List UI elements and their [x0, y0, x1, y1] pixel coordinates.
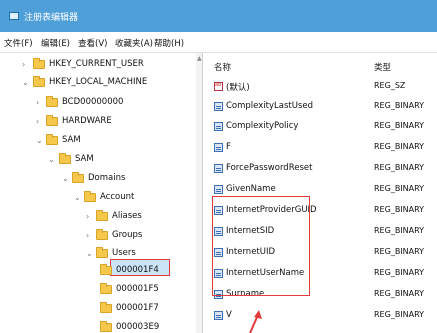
tree-node-label: 000001F4 [116, 265, 159, 275]
chevron-right-icon[interactable]: › [36, 98, 44, 107]
folder-icon [96, 229, 108, 240]
value-name: GivenName [226, 184, 276, 194]
tree-node-label: Domains [88, 173, 126, 183]
value-name: V [226, 310, 232, 320]
value-name: ForcePasswordReset [226, 163, 313, 173]
tree-node-label: HKEY_LOCAL_MACHINE [49, 77, 148, 87]
value-type: REG_SZ [374, 81, 406, 90]
value-type: REG_BINARY [374, 121, 425, 130]
tree-node-label: BCD00000000 [62, 97, 124, 107]
value-type: REG_BINARY [374, 289, 425, 298]
binary-value-icon [214, 185, 223, 194]
annotation-highlight-box [212, 196, 310, 296]
menu-view[interactable]: 查看(V) [78, 37, 107, 49]
binary-value-icon [214, 164, 223, 173]
value-row[interactable]: ForcePasswordReset REG_BINARY [204, 159, 437, 179]
value-row[interactable]: (默认) REG_SZ [204, 77, 437, 97]
column-header-type[interactable]: 类型 [374, 61, 391, 73]
tree-scrollbar[interactable]: ▲ [196, 53, 202, 333]
chevron-right-icon[interactable]: › [86, 212, 94, 221]
title-bar: 注册表编辑器 [0, 0, 437, 32]
menu-edit[interactable]: 编辑(E) [41, 37, 70, 49]
folder-icon [46, 134, 58, 145]
tree-node-label: Account [100, 192, 135, 202]
folder-icon [84, 191, 96, 202]
scroll-up-icon[interactable]: ▲ [197, 55, 202, 62]
binary-value-icon [214, 122, 223, 131]
value-type: REG_BINARY [374, 268, 425, 277]
folder-icon [33, 58, 45, 69]
folder-icon [96, 247, 108, 258]
value-name: ComplexityPolicy [226, 121, 299, 131]
value-row[interactable]: F REG_BINARY [204, 138, 437, 158]
folder-icon [100, 264, 112, 275]
value-row[interactable]: V REG_BINARY [204, 306, 437, 326]
value-type: REG_BINARY [374, 205, 425, 214]
folder-icon [96, 210, 108, 221]
window-title: 注册表编辑器 [24, 13, 79, 23]
folder-icon [46, 115, 58, 126]
annotation-arrow-icon [249, 310, 262, 333]
tree-node-label: SAM [62, 135, 81, 145]
value-type: REG_BINARY [374, 247, 425, 256]
folder-icon [100, 283, 112, 294]
value-row[interactable]: ComplexityLastUsed REG_BINARY [204, 97, 437, 117]
binary-value-icon [214, 102, 223, 111]
tree-node-label: 000001F7 [116, 303, 159, 313]
value-type: REG_BINARY [374, 184, 425, 193]
tree-node-label: SAM [75, 154, 94, 164]
chevron-right-icon[interactable]: › [36, 117, 44, 126]
tree-node-label: 000003E9 [116, 322, 160, 332]
chevron-right-icon[interactable]: › [86, 231, 94, 240]
tree-node-label: Users [112, 248, 136, 258]
menu-favorites[interactable]: 收藏夹(A) [115, 37, 153, 49]
binary-value-icon [214, 143, 223, 152]
column-header-name[interactable]: 名称 [214, 61, 231, 73]
binary-value-icon [214, 311, 223, 320]
value-type: REG_BINARY [374, 163, 425, 172]
chevron-down-icon[interactable]: ⌄ [36, 136, 44, 145]
chevron-right-icon[interactable]: › [22, 60, 30, 69]
value-type: REG_BINARY [374, 310, 425, 319]
folder-icon [59, 153, 71, 164]
value-type: REG_BINARY [374, 226, 425, 235]
chevron-down-icon[interactable]: ⌄ [62, 174, 70, 183]
folder-icon [72, 172, 84, 183]
chevron-down-icon[interactable]: ⌄ [22, 78, 30, 87]
value-name: ComplexityLastUsed [226, 101, 313, 111]
regedit-app-icon [9, 12, 19, 20]
value-type: REG_BINARY [374, 142, 425, 151]
folder-icon [33, 76, 45, 87]
chevron-down-icon[interactable]: ⌄ [48, 155, 56, 164]
tree-node-label: HKEY_CURRENT_USER [49, 59, 144, 69]
tree-node-label: Groups [112, 230, 143, 240]
tree-node-label: Aliases [112, 211, 142, 221]
value-name: F [226, 142, 231, 152]
chevron-down-icon[interactable]: ⌄ [86, 249, 94, 258]
value-type: REG_BINARY [374, 101, 425, 110]
string-value-icon [214, 82, 223, 91]
chevron-down-icon[interactable]: ⌄ [74, 193, 82, 202]
menu-file[interactable]: 文件(F) [4, 37, 33, 49]
value-row[interactable]: ComplexityPolicy REG_BINARY [204, 117, 437, 137]
value-name: (默认) [226, 83, 250, 93]
folder-icon [46, 96, 58, 107]
tree-node-label: 000001F5 [116, 284, 159, 294]
registry-tree-pane: › HKEY_CURRENT_USER ⌄ HKEY_LOCAL_MACHINE… [0, 53, 203, 333]
folder-icon [100, 321, 112, 332]
menu-help[interactable]: 帮助(H) [154, 37, 184, 49]
tree-node-label: HARDWARE [62, 116, 112, 126]
folder-icon [100, 302, 112, 313]
menu-bar: 文件(F) 编辑(E) 查看(V) 收藏夹(A) 帮助(H) [0, 32, 437, 53]
